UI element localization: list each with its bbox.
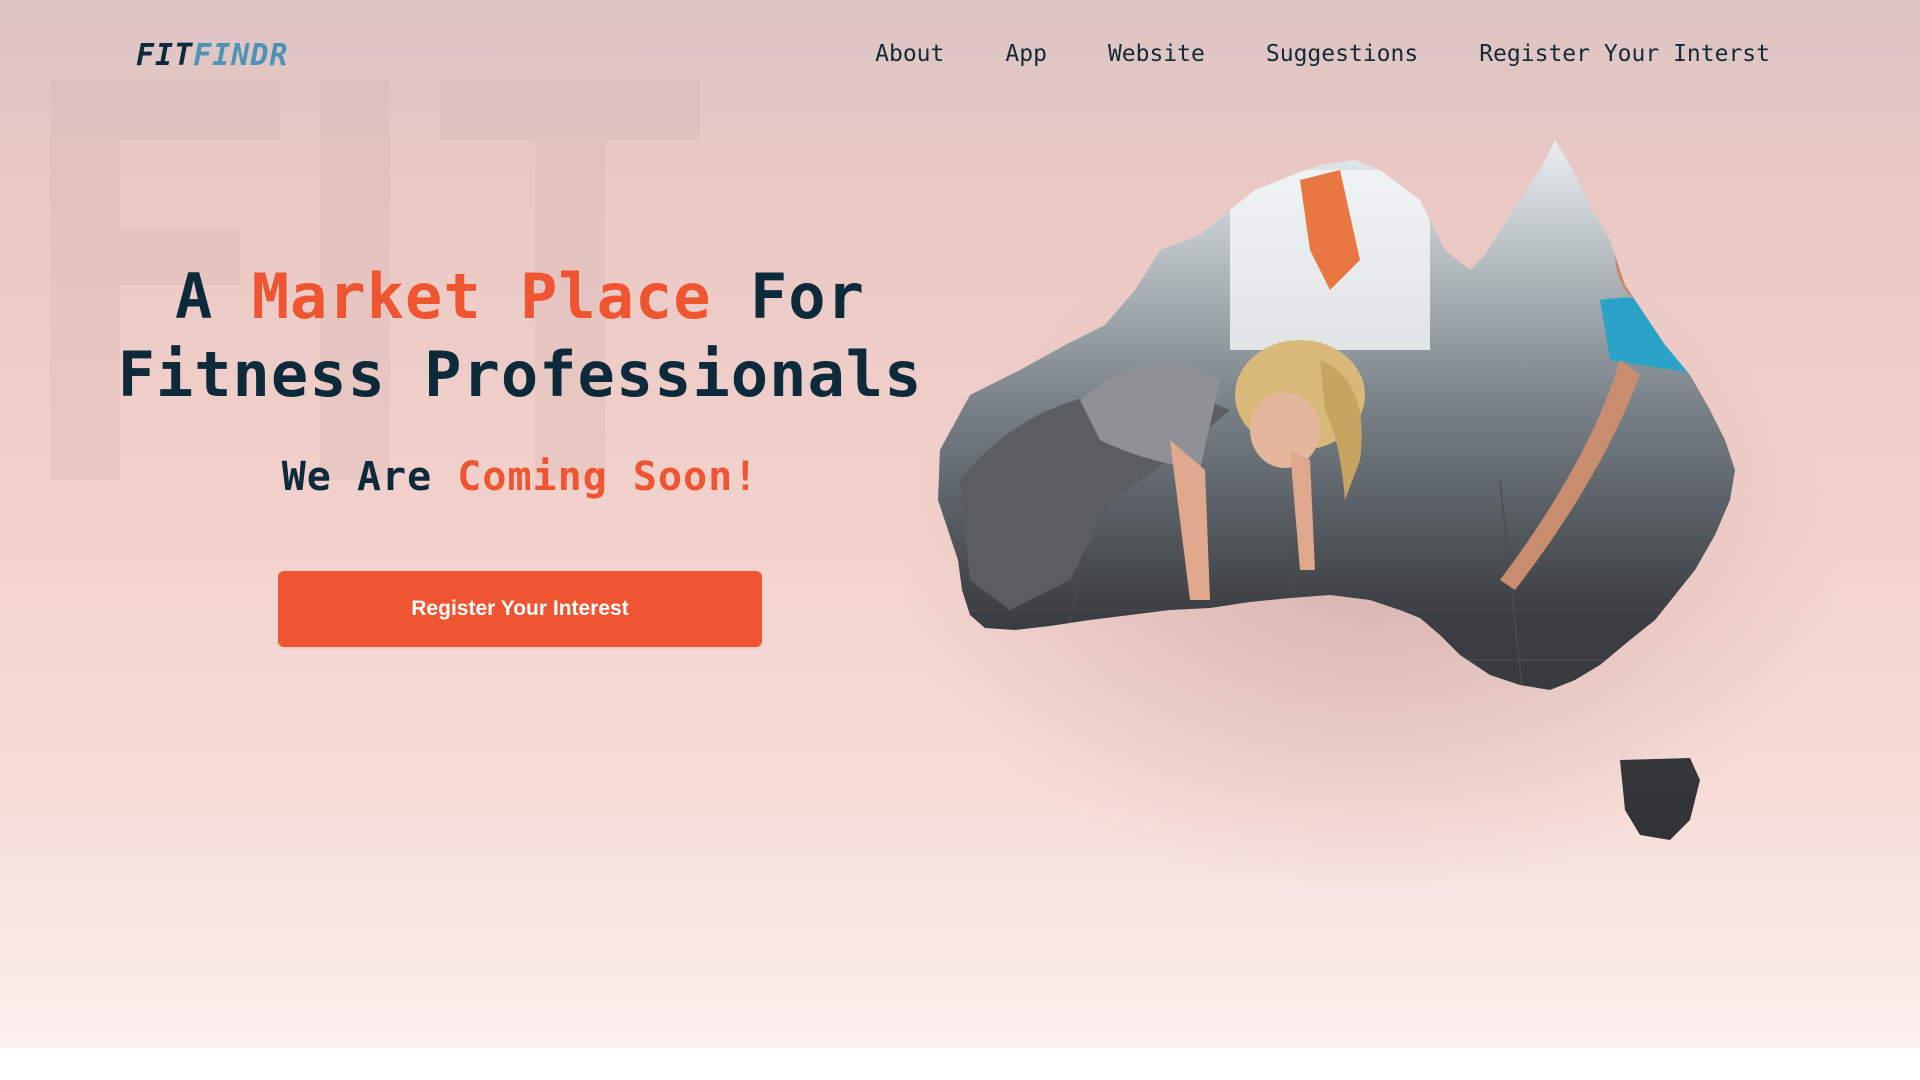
hero-title-line2: Fitness Professionals <box>117 338 923 411</box>
nav-suggestions[interactable]: Suggestions <box>1266 38 1418 70</box>
australia-map-fitness-photo <box>900 140 1840 890</box>
logo-fit: FIT <box>136 38 194 73</box>
hero-title: A Market Place For Fitness Professionals <box>90 258 950 414</box>
hero-title-accent: Market Place <box>251 260 712 333</box>
page-bottom-strip <box>0 1048 1920 1080</box>
nav-website[interactable]: Website <box>1108 38 1205 70</box>
main-nav: About App Website Suggestions Register Y… <box>814 38 1770 70</box>
landing-page: FITFINDR About App Website Suggestions R… <box>0 0 1920 1048</box>
hero-title-a: A <box>175 260 252 333</box>
hero-subtitle-accent: Coming Soon! <box>457 454 759 500</box>
nav-about[interactable]: About <box>875 38 944 70</box>
fitfindr-logo[interactable]: FITFINDR <box>136 36 289 76</box>
nav-app[interactable]: App <box>1005 38 1047 70</box>
hero-subtitle: We Are Coming Soon! <box>90 450 950 504</box>
hero-subtitle-a: We Are <box>281 454 458 500</box>
site-header: FITFINDR About App Website Suggestions R… <box>0 0 1920 110</box>
hero-title-b: For <box>711 260 865 333</box>
logo-findr: FINDR <box>193 38 289 73</box>
nav-register-interest[interactable]: Register Your Interst <box>1479 38 1770 70</box>
register-interest-button[interactable]: Register Your Interest <box>278 571 762 647</box>
